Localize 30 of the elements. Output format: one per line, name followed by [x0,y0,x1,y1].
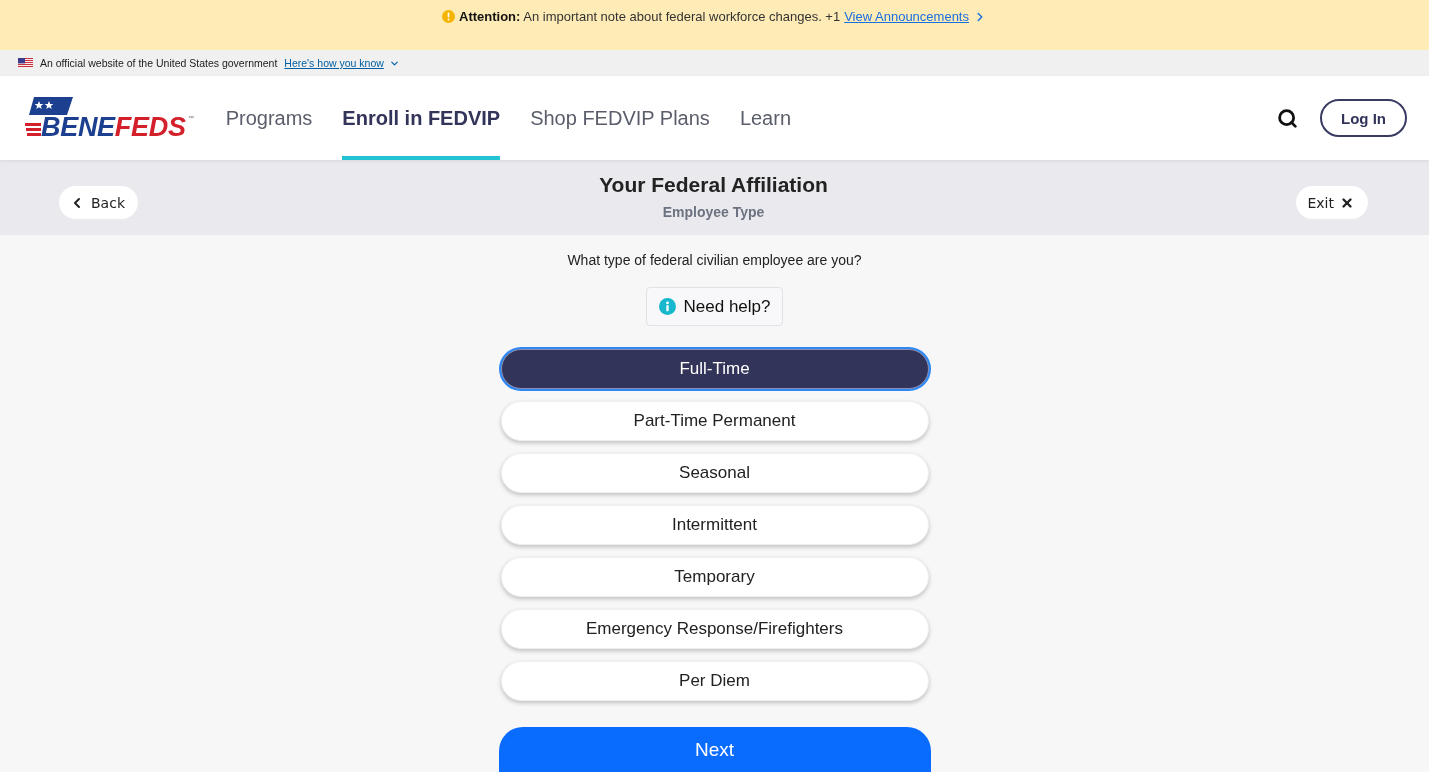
option-button[interactable]: Intermittent [500,505,929,545]
nav-tab[interactable]: Learn [739,76,792,160]
back-button[interactable]: Back [59,186,138,219]
nav-tab[interactable]: Shop FEDVIP Plans [530,76,710,160]
option-button[interactable]: Part-Time Permanent [500,401,929,441]
announcement-text: Attention: An important note about federal workforce changes. +1 [459,9,841,25]
close-icon [1340,195,1354,210]
login-button[interactable]: Log In [1320,99,1407,137]
need-help-button[interactable]: Need help? [645,287,784,326]
search-button[interactable] [1277,107,1298,129]
option-button[interactable]: Per Diem [500,661,929,701]
page-title: Your Federal Affiliation [599,172,828,197]
announcements-link[interactable]: View Announcements [844,9,987,25]
flag-logo-icon [29,97,73,115]
option-button[interactable]: Emergency Response/Firefighters [500,609,929,649]
gov-banner-text: An official website of the United States government [40,57,278,69]
nav-tab[interactable]: Programs [225,76,313,160]
option-button[interactable]: Temporary [500,557,929,597]
option-button[interactable]: Full-Time [500,349,929,389]
question-text: What type of federal civilian employee are you? [567,252,862,268]
search-icon [1277,107,1298,129]
next-button[interactable]: Next [498,727,931,772]
stripes-logo-icon [25,121,41,137]
how-you-know-link[interactable]: Here's how you know [284,57,400,69]
option-button[interactable]: Seasonal [500,453,929,493]
exit-button[interactable]: Exit [1296,186,1368,219]
page-subtitle: Employee Type [662,203,765,220]
us-flag-icon [18,58,33,68]
info-icon [658,298,676,315]
alert-icon [442,10,455,23]
